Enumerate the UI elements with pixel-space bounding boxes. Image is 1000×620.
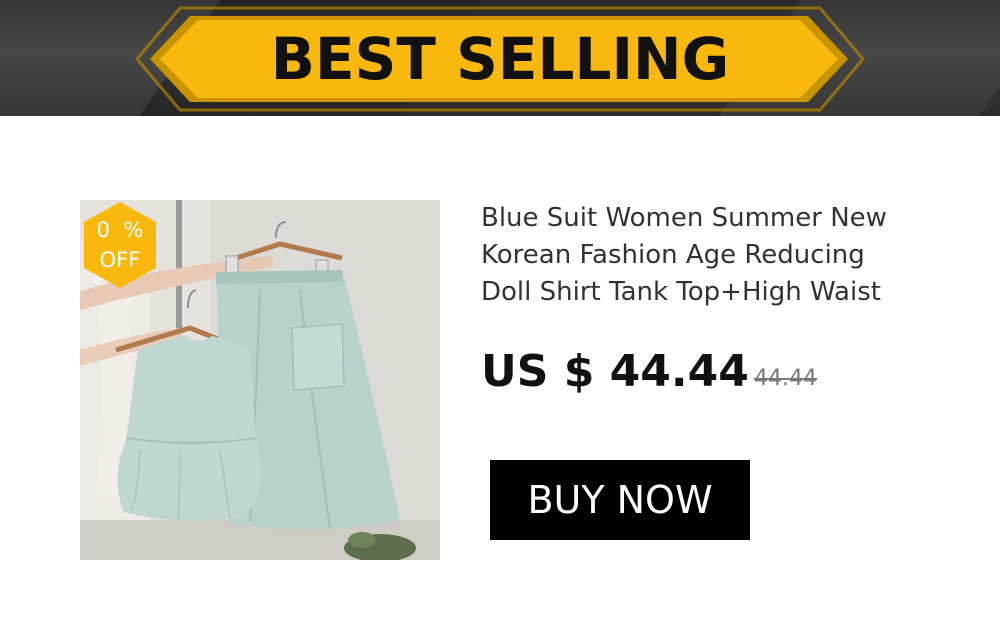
discount-off-label: OFF	[99, 248, 141, 272]
buy-now-button[interactable]: BUY NOW	[490, 460, 750, 540]
product-title-line: Blue Suit Women Summer New	[481, 203, 887, 233]
product-title-line: Doll Shirt Tank Top+High Waist	[481, 277, 881, 307]
current-price: US $ 44.44	[481, 346, 749, 397]
discount-percent: 0 %	[96, 218, 144, 242]
hexagon-badge-icon	[84, 202, 156, 288]
product-title[interactable]: Blue Suit Women Summer New Korean Fashio…	[481, 200, 951, 311]
banner-title: BEST SELLING	[270, 25, 730, 93]
header-banner: BEST SELLING	[0, 0, 1000, 116]
original-price: 44.44	[754, 366, 817, 391]
discount-badge: 0 % OFF	[80, 200, 160, 290]
product-title-line: Korean Fashion Age Reducing	[481, 240, 865, 270]
